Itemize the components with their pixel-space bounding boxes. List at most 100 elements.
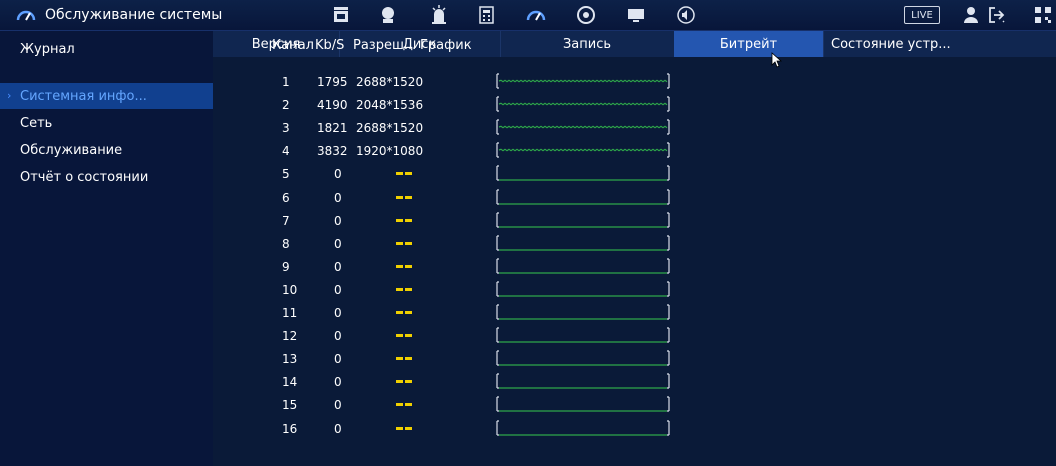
- kbs-cell: 3832: [317, 144, 348, 158]
- resolution-cell: 2048*1536: [356, 98, 424, 112]
- channel-cell: 10: [282, 283, 298, 297]
- resolution-cell: [396, 311, 412, 314]
- sidebar-item-status-report[interactable]: Отчёт о состоянии: [0, 164, 213, 190]
- resolution-cell: [396, 380, 412, 383]
- kbs-cell: 0: [334, 167, 342, 181]
- app-title: Обслуживание системы: [45, 7, 223, 23]
- app-header: Обслуживание системы: [15, 0, 222, 30]
- logout-icon[interactable]: [986, 4, 1008, 26]
- channel-cell: 13: [282, 352, 298, 366]
- kbs-cell: 0: [334, 214, 342, 228]
- bitrate-graph: [496, 420, 670, 436]
- resolution-cell: [396, 427, 412, 430]
- channel-cell: 9: [282, 260, 290, 274]
- qr-code-icon[interactable]: [1032, 4, 1054, 26]
- column-header-graph: График: [420, 38, 472, 53]
- channel-cell: 3: [282, 121, 290, 135]
- chevron-right-icon: ›: [7, 89, 12, 102]
- bitrate-graph: [496, 96, 670, 112]
- resolution-cell: [396, 403, 412, 406]
- column-header-resolution: Разреш...: [353, 38, 417, 53]
- column-header-kbs: Kb/S: [315, 38, 345, 53]
- sidebar-item-label: Системная инфо...: [20, 88, 147, 104]
- bitrate-graph: [496, 73, 670, 89]
- bitrate-graph: [496, 396, 670, 412]
- resolution-cell: [396, 265, 412, 268]
- sidebar-item-label: Отчёт о состоянии: [20, 169, 149, 185]
- kbs-cell: 0: [334, 260, 342, 274]
- channel-cell: 6: [282, 191, 290, 205]
- channel-cell: 1: [282, 75, 290, 89]
- resolution-cell: [396, 357, 412, 360]
- bitrate-graph: [496, 350, 670, 366]
- sidebar-item-maintenance[interactable]: Обслуживание: [0, 137, 213, 163]
- resolution-cell: [396, 288, 412, 291]
- sidebar-item-label: Обслуживание: [20, 142, 123, 158]
- bitrate-graph: [496, 189, 670, 205]
- channel-cell: 7: [282, 214, 290, 228]
- resolution-cell: [396, 196, 412, 199]
- top-bar: Обслуживание системы LIVE: [0, 0, 1056, 31]
- gauge-icon[interactable]: [525, 4, 547, 26]
- tab-device-status[interactable]: Состояние устр...: [823, 31, 1056, 57]
- disc-icon[interactable]: [575, 4, 597, 26]
- resolution-cell: 1920*1080: [356, 144, 424, 158]
- tab-bitrate[interactable]: Битрейт: [674, 31, 824, 57]
- kbs-cell: 0: [334, 352, 342, 366]
- resolution-cell: [396, 172, 412, 175]
- sidebar-item-journal[interactable]: Журнал: [0, 36, 213, 62]
- channel-cell: 4: [282, 144, 290, 158]
- resolution-cell: 2688*1520: [356, 75, 424, 89]
- bitrate-graph: [496, 212, 670, 228]
- bitrate-graph: [496, 258, 670, 274]
- video-clip-icon[interactable]: [330, 4, 352, 26]
- bitrate-graph: [496, 142, 670, 158]
- channel-cell: 2: [282, 98, 290, 112]
- channel-cell: 12: [282, 329, 298, 343]
- bitrate-graph: [496, 119, 670, 135]
- bitrate-graph: [496, 304, 670, 320]
- channel-cell: 11: [282, 306, 298, 320]
- bitrate-graph: [496, 281, 670, 297]
- kbs-cell: 0: [334, 306, 342, 320]
- bitrate-graph: [496, 373, 670, 389]
- alarm-icon[interactable]: [428, 4, 450, 26]
- kbs-cell: 0: [334, 283, 342, 297]
- monitor-icon[interactable]: [625, 4, 647, 26]
- kbs-cell: 4190: [317, 98, 348, 112]
- channel-cell: 5: [282, 167, 290, 181]
- channel-cell: 14: [282, 375, 298, 389]
- sidebar-item-label: Журнал: [20, 41, 75, 57]
- sidebar-item-system-info[interactable]: › Системная инфо...: [0, 83, 213, 109]
- sidebar-item-network[interactable]: Сеть: [0, 110, 213, 136]
- resolution-cell: [396, 219, 412, 222]
- kbs-cell: 0: [334, 375, 342, 389]
- bitrate-graph: [496, 165, 670, 181]
- kbs-cell: 0: [334, 237, 342, 251]
- channel-cell: 8: [282, 237, 290, 251]
- kbs-cell: 1795: [317, 75, 348, 89]
- kbs-cell: 0: [334, 329, 342, 343]
- sidebar: Журнал › Системная инфо... Сеть Обслужив…: [0, 31, 213, 466]
- speedometer-icon: [16, 10, 36, 21]
- channel-cell: 16: [282, 422, 298, 436]
- kbs-cell: 0: [334, 191, 342, 205]
- mouse-cursor-icon: [771, 52, 783, 68]
- kbs-cell: 0: [334, 398, 342, 412]
- resolution-cell: [396, 242, 412, 245]
- face-icon[interactable]: [377, 4, 399, 26]
- sidebar-item-label: Сеть: [20, 115, 53, 131]
- user-icon[interactable]: [960, 4, 982, 26]
- kbs-cell: 1821: [317, 121, 348, 135]
- column-header-channel: Канал: [272, 38, 314, 53]
- bitrate-graph: [496, 235, 670, 251]
- calculator-icon[interactable]: [476, 4, 498, 26]
- tab-record[interactable]: Запись: [500, 31, 675, 57]
- speaker-icon[interactable]: [675, 4, 697, 26]
- bitrate-graph: [496, 327, 670, 343]
- live-button[interactable]: LIVE: [904, 6, 940, 24]
- resolution-cell: [396, 334, 412, 337]
- resolution-cell: 2688*1520: [356, 121, 424, 135]
- kbs-cell: 0: [334, 422, 342, 436]
- channel-cell: 15: [282, 398, 298, 412]
